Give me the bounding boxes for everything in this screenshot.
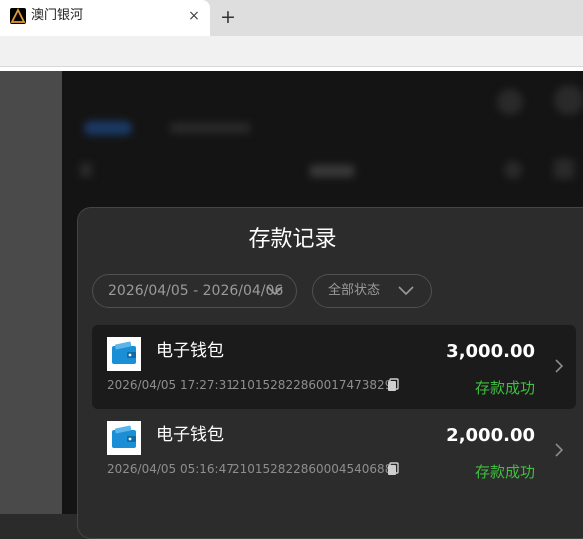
tab-title: 澳门银河 [31,8,84,23]
browser-tab-bar: 澳门银河 × + [0,0,583,36]
site-logo-icon [10,8,26,24]
deposit-datetime: 2026/04/05 17:27:31 [107,378,234,392]
bg-label [310,165,354,177]
chevron-right-icon[interactable] [554,442,564,458]
payment-method: 电子钱包 [156,425,224,445]
bg-tab-active [84,121,132,135]
wallet-icon [107,421,141,455]
date-range-value: 2026/04/05 - 2026/04/06 [108,283,284,299]
side-panel [0,71,62,514]
deposit-amount: 3,000.00 [446,341,535,362]
status-filter-value: 全部状态 [328,283,381,298]
address-bar[interactable] [0,36,583,67]
deposit-record-row[interactable]: 电子钱包 2,000.00 2026/04/05 05:16:47 210152… [92,409,576,493]
chevron-down-icon [398,286,414,296]
date-range-filter[interactable]: 2026/04/05 - 2026/04/06 [92,274,297,308]
bg-arrow-icon [80,163,92,177]
payment-method: 电子钱包 [156,341,224,361]
modal-title: 存款记录 [248,227,337,252]
bg-circle-icon [497,89,523,115]
deposit-record-row[interactable]: 电子钱包 3,000.00 2026/04/05 17:27:31 210152… [92,325,576,409]
deposit-status: 存款成功 [474,379,535,397]
copy-icon[interactable] [387,378,399,392]
copy-icon[interactable] [387,462,399,476]
deposit-datetime: 2026/04/05 05:16:47 [107,462,234,476]
order-id: 210152822860017473829 [232,378,393,392]
bg-tab [170,123,250,133]
bg-icon [504,161,522,179]
deposit-amount: 2,000.00 [446,425,535,446]
deposit-status: 存款成功 [474,463,535,481]
bg-circle-icon [554,85,583,115]
status-filter[interactable]: 全部状态 [312,274,432,308]
wallet-icon [107,337,141,371]
order-id: 210152822860004540688 [232,462,393,476]
bg-icon [554,159,574,179]
new-tab-button[interactable]: + [218,6,238,28]
browser-tab[interactable]: 澳门银河 × [0,0,210,36]
chevron-right-icon[interactable] [554,358,564,374]
chevron-down-icon [267,286,283,296]
close-tab-icon[interactable]: × [186,7,202,25]
